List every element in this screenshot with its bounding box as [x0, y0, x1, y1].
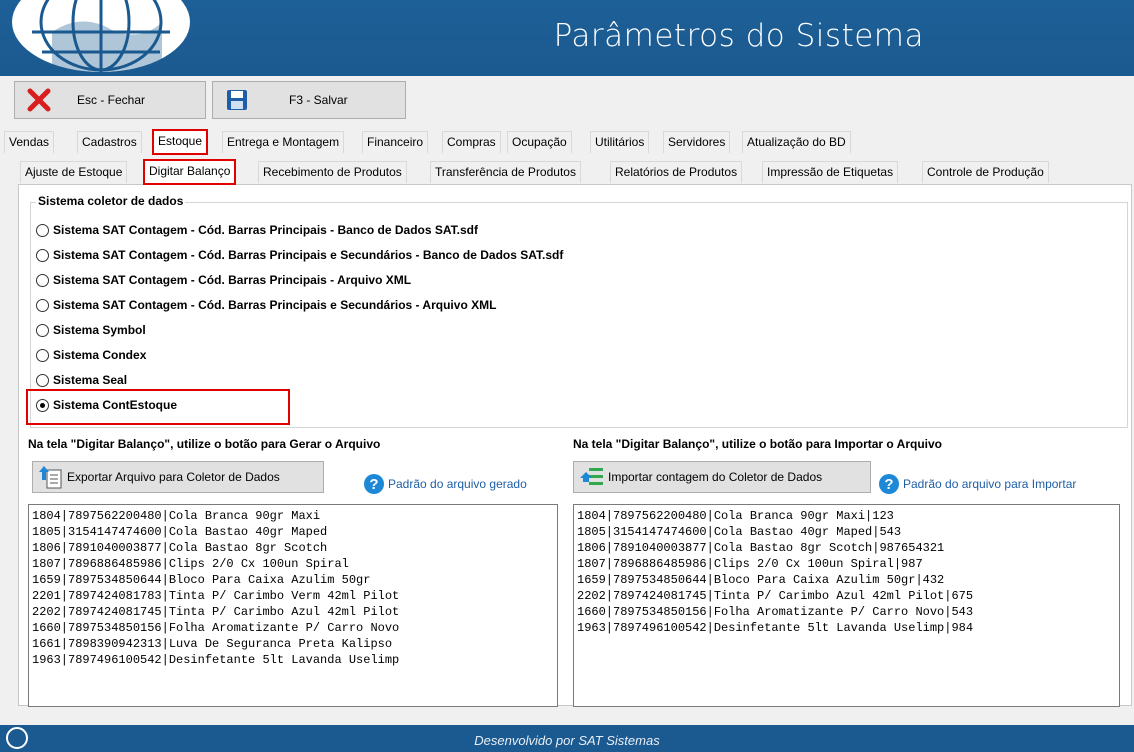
- help-icon: ?: [879, 474, 899, 494]
- import-button[interactable]: Importar contagem do Coletor de Dados: [573, 461, 871, 493]
- radio-option-6[interactable]: Sistema Condex: [36, 346, 146, 364]
- export-button[interactable]: Exportar Arquivo para Coletor de Dados: [32, 461, 324, 493]
- radio-circle: [36, 373, 49, 387]
- radio-circle: [36, 223, 49, 237]
- tab-cadastros[interactable]: Cadastros: [77, 131, 142, 153]
- save-button[interactable]: F3 - Salvar: [212, 81, 406, 119]
- radio-circle: [36, 323, 49, 337]
- radio-circle: [36, 298, 49, 312]
- close-icon: [25, 86, 53, 114]
- radio-circle: [36, 348, 49, 362]
- radio-option-label: Sistema Condex: [53, 348, 147, 362]
- selection-highlight: [26, 389, 290, 425]
- footer-text: Desenvolvido por SAT Sistemas: [474, 733, 660, 748]
- tab-atualizacao-bd[interactable]: Atualização do BD: [742, 131, 851, 153]
- tab-controle-producao[interactable]: Controle de Produção: [922, 161, 1049, 183]
- help-icon: ?: [364, 474, 384, 494]
- import-textarea[interactable]: 1804|7897562200480|Cola Branca 90gr Maxi…: [573, 504, 1120, 707]
- tab-relatorios-produtos[interactable]: Relatórios de Produtos: [610, 161, 743, 183]
- save-button-label: F3 - Salvar: [289, 93, 348, 107]
- export-file-icon: [39, 465, 63, 489]
- radio-circle: [36, 273, 49, 287]
- radio-option-label: Sistema Seal: [53, 373, 128, 387]
- tab-vendas[interactable]: Vendas: [4, 131, 55, 153]
- import-help-label: Padrão do arquivo para Importar: [903, 477, 1077, 491]
- export-help-label: Padrão do arquivo gerado: [388, 477, 527, 491]
- radio-option-7[interactable]: Sistema Seal: [36, 371, 127, 389]
- floppy-disk-icon: [223, 86, 251, 114]
- tab-utilitarios[interactable]: Utilitários: [590, 131, 650, 153]
- radio-option-label: Sistema SAT Contagem - Cód. Barras Princ…: [53, 273, 412, 287]
- radio-option-5[interactable]: Sistema Symbol: [36, 321, 146, 339]
- radio-option-label: Sistema SAT Contagem - Cód. Barras Princ…: [53, 223, 478, 237]
- tab-servidores[interactable]: Servidores: [663, 131, 731, 153]
- radio-option-label: Sistema Symbol: [53, 323, 146, 337]
- header-banner: Parâmetros do Sistema: [0, 0, 1134, 76]
- import-list-icon: [580, 465, 604, 489]
- close-button-label: Esc - Fechar: [77, 93, 146, 107]
- tab-ocupacao[interactable]: Ocupação: [507, 131, 572, 153]
- export-button-label: Exportar Arquivo para Coletor de Dados: [67, 470, 280, 484]
- radio-option-2[interactable]: Sistema SAT Contagem - Cód. Barras Princ…: [36, 246, 563, 264]
- collector-group-title: Sistema coletor de dados: [36, 194, 186, 208]
- import-label: Na tela "Digitar Balanço", utilize o bot…: [573, 437, 942, 451]
- tab-financeiro[interactable]: Financeiro: [362, 131, 429, 153]
- toolbar: Esc - Fechar F3 - Salvar: [0, 76, 1134, 126]
- tab-digitar-balanco[interactable]: Digitar Balanço: [143, 159, 237, 185]
- page-title: Parâmetros do Sistema: [553, 18, 924, 54]
- close-button[interactable]: Esc - Fechar: [14, 81, 206, 119]
- globe-logo: [12, 0, 190, 72]
- radio-option-label: Sistema SAT Contagem - Cód. Barras Princ…: [53, 298, 497, 312]
- tab-ajuste-estoque[interactable]: Ajuste de Estoque: [20, 161, 128, 183]
- tab-estoque[interactable]: Estoque: [152, 129, 209, 155]
- export-label: Na tela "Digitar Balanço", utilize o bot…: [28, 437, 381, 451]
- tab-transferencia-produtos[interactable]: Transferência de Produtos: [430, 161, 581, 183]
- tab-compras[interactable]: Compras: [442, 131, 501, 153]
- export-textarea[interactable]: 1804|7897562200480|Cola Branca 90gr Maxi…: [28, 504, 558, 707]
- export-help-link[interactable]: ? Padrão do arquivo gerado: [364, 474, 527, 494]
- tab-recebimento-produtos[interactable]: Recebimento de Produtos: [258, 161, 407, 183]
- import-help-link[interactable]: ? Padrão do arquivo para Importar: [879, 474, 1076, 494]
- radio-option-1[interactable]: Sistema SAT Contagem - Cód. Barras Princ…: [36, 221, 478, 239]
- import-button-label: Importar contagem do Coletor de Dados: [608, 470, 823, 484]
- main-tabs: Vendas Cadastros Estoque Entrega e Monta…: [0, 129, 1134, 155]
- radio-option-4[interactable]: Sistema SAT Contagem - Cód. Barras Princ…: [36, 296, 496, 314]
- tab-impressao-etiquetas[interactable]: Impressão de Etiquetas: [762, 161, 899, 183]
- radio-option-3[interactable]: Sistema SAT Contagem - Cód. Barras Princ…: [36, 271, 411, 289]
- radio-circle: [36, 248, 49, 262]
- footer: Desenvolvido por SAT Sistemas: [0, 725, 1134, 752]
- sub-tabs: Ajuste de Estoque Digitar Balanço Recebi…: [0, 159, 1134, 185]
- tab-entrega-montagem[interactable]: Entrega e Montagem: [222, 131, 345, 153]
- radio-option-label: Sistema SAT Contagem - Cód. Barras Princ…: [53, 248, 564, 262]
